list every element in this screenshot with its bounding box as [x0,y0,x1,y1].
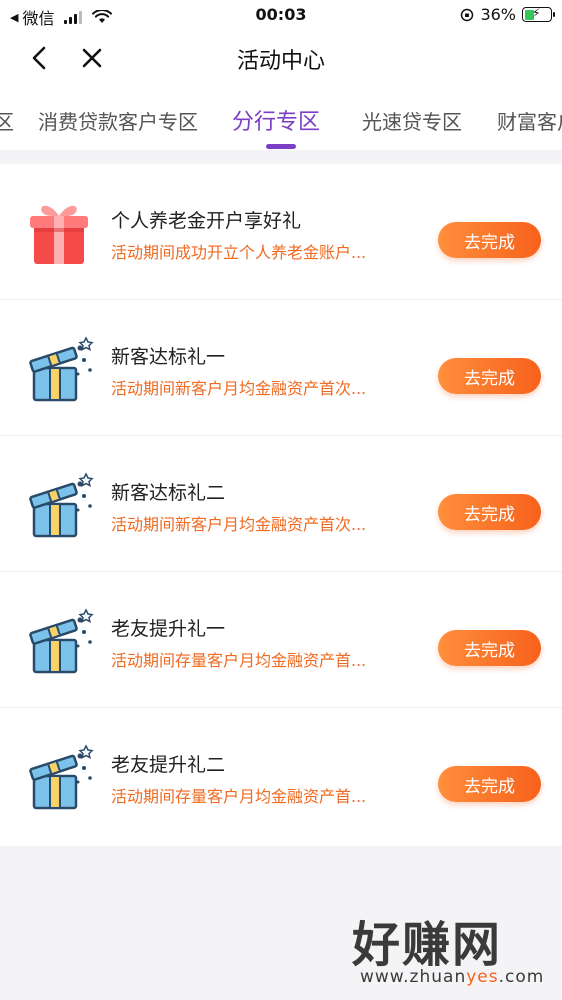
tab-previous[interactable]: 区 [0,106,14,135]
item-description: 活动期间存量客户月均金融资产首... [111,651,367,670]
item-title: 新客达标礼二 [111,482,226,504]
item-title: 个人养老金开户享好礼 [111,210,302,232]
active-tab-indicator [266,144,296,149]
list-item[interactable]: 老友提升礼一 活动期间存量客户月均金融资产首... 去完成 [0,572,562,708]
open-gift-box-icon [29,744,94,810]
open-gift-box-icon [29,472,94,538]
go-complete-button[interactable]: 去完成 [438,630,541,666]
battery-icon: ⚡ [522,6,555,22]
item-description: 活动期间存量客户月均金融资产首... [111,787,367,806]
tab-lightspeed-loan[interactable]: 光速贷专区 [362,106,462,135]
list-item[interactable]: 新客达标礼二 活动期间新客户月均金融资产首次... 去完成 [0,436,562,572]
activity-list: 个人养老金开户享好礼 活动期间成功开立个人养老金账户... 去完成 新客达标礼一… [0,164,562,846]
item-title: 老友提升礼一 [111,618,226,640]
status-bar: ◀ 微信 00:03 36% ⚡ [0,0,562,30]
list-item[interactable]: 新客达标礼一 活动期间新客户月均金融资产首次... 去完成 [0,300,562,436]
item-description: 活动期间新客户月均金融资产首次... [111,379,367,398]
watermark-url: www.zhuanyes.com [360,967,545,987]
item-title: 老友提升礼二 [111,754,226,776]
watermark: 好赚网 www.zhuanyes.com [352,905,552,995]
open-gift-box-icon [29,608,94,674]
status-right: 36% ⚡ [460,5,555,24]
go-complete-button[interactable]: 去完成 [438,358,541,394]
page-title: 活动中心 [236,49,325,74]
list-item[interactable]: 老友提升礼二 活动期间存量客户月均金融资产首... 去完成 [0,708,562,844]
watermark-logo-text: 好赚网 [352,917,503,973]
tab-wealth-customer[interactable]: 财富客户 [497,106,562,135]
battery-percent: 36% [480,5,516,24]
tab-branch[interactable]: 分行专区 [232,104,320,136]
go-complete-button[interactable]: 去完成 [438,222,541,258]
category-tabs: 区 消费贷款客户专区 分行专区 光速贷专区 财富客户 [0,88,562,150]
open-gift-box-icon [29,336,94,402]
item-title: 新客达标礼一 [111,346,226,368]
tab-consumer-loan[interactable]: 消费贷款客户专区 [38,106,198,135]
orientation-lock-icon [461,8,474,21]
nav-bar: 活动中心 [0,30,562,88]
red-gift-box-icon [30,205,88,264]
go-complete-button[interactable]: 去完成 [438,766,541,802]
item-description: 活动期间新客户月均金融资产首次... [111,515,367,534]
item-description: 活动期间成功开立个人养老金账户... [111,243,367,262]
go-complete-button[interactable]: 去完成 [438,494,541,530]
list-item[interactable]: 个人养老金开户享好礼 活动期间成功开立个人养老金账户... 去完成 [0,164,562,300]
